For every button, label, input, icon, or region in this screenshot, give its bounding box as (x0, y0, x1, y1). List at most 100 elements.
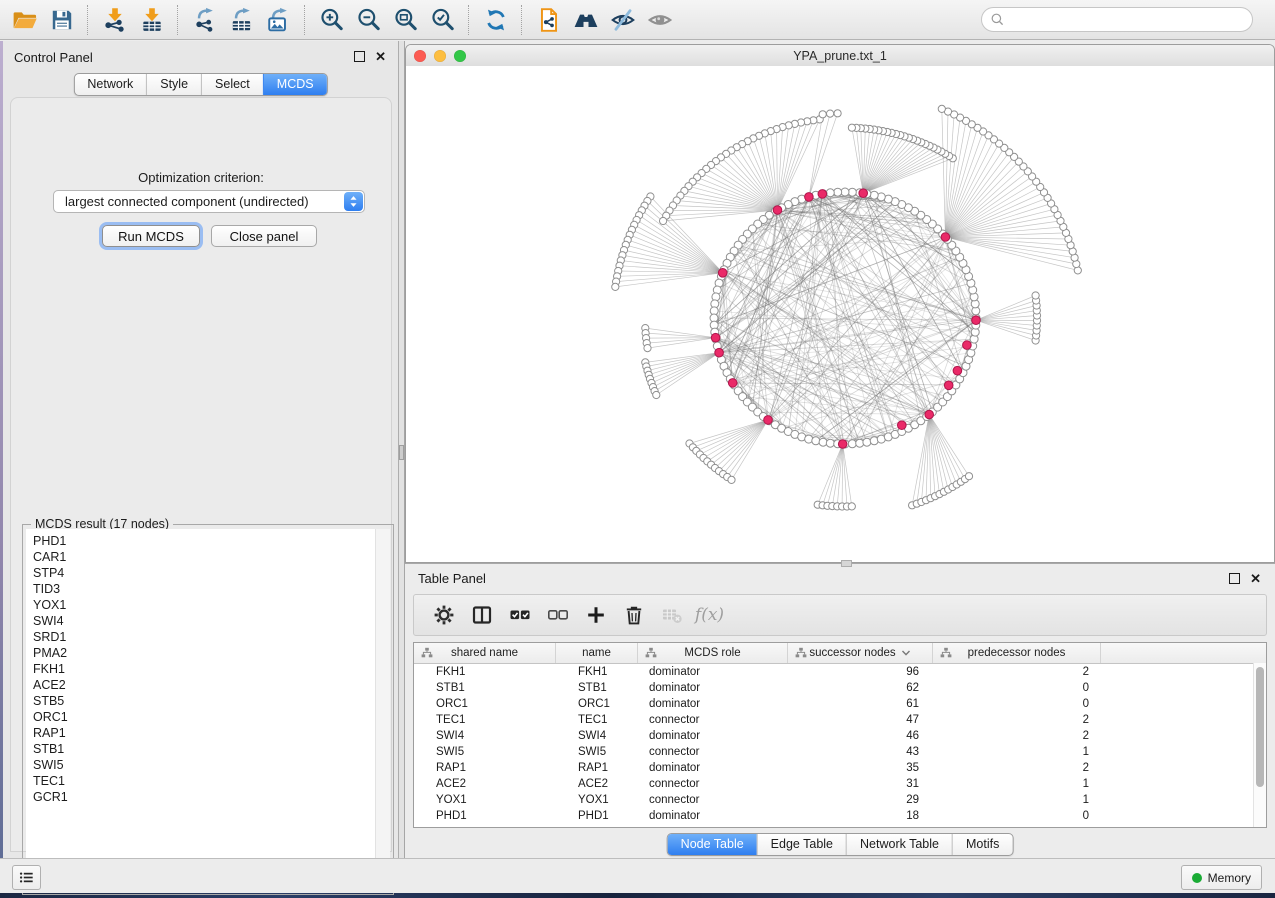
table-scrollbar[interactable] (1253, 663, 1266, 827)
optimization-select[interactable]: largest connected component (undirected) (53, 190, 365, 213)
float-table-panel-icon[interactable] (1229, 573, 1240, 584)
mcds-result-item[interactable]: FKH1 (33, 661, 375, 677)
export-image-button[interactable] (260, 3, 297, 37)
graph-node-selected[interactable] (944, 381, 953, 390)
graph-node-selected[interactable] (805, 193, 814, 202)
refresh-network-button[interactable] (477, 3, 514, 37)
table-panel-drag-handle[interactable] (841, 560, 852, 567)
table-row[interactable]: SWI5SWI5connector431 (414, 744, 1266, 760)
graph-node-selected[interactable] (972, 316, 981, 325)
zoom-fit-button[interactable] (387, 3, 424, 37)
splitter-handle[interactable] (399, 445, 404, 460)
add-entry-button[interactable] (579, 599, 612, 631)
close-panel-icon[interactable]: ✕ (375, 52, 386, 62)
graph-node[interactable] (826, 439, 834, 447)
graph-node-satellite[interactable] (848, 124, 855, 131)
column-header-mcds-role[interactable]: MCDS role (638, 643, 788, 663)
graph-node-satellite[interactable] (965, 473, 972, 480)
tab-network[interactable]: Network (74, 74, 146, 95)
graph-node[interactable] (848, 188, 856, 196)
mcds-result-item[interactable]: ACE2 (33, 677, 375, 693)
zoom-in-button[interactable] (313, 3, 350, 37)
task-history-button[interactable] (12, 865, 41, 890)
column-header-predecessor-nodes[interactable]: predecessor nodes (933, 643, 1101, 663)
graph-node[interactable] (834, 188, 842, 196)
network-canvas[interactable] (406, 66, 1274, 562)
graph-node-selected[interactable] (925, 410, 934, 419)
graph-node-selected[interactable] (859, 189, 868, 198)
table-row[interactable]: ORC1ORC1dominator610 (414, 696, 1266, 712)
mcds-result-item[interactable]: GCR1 (33, 789, 375, 805)
graph-node[interactable] (841, 188, 849, 196)
mcds-result-item[interactable]: YOX1 (33, 597, 375, 613)
export-network-button[interactable] (186, 3, 223, 37)
graph-node[interactable] (870, 191, 878, 199)
search-neighbors-button[interactable] (567, 3, 604, 37)
delete-entry-button[interactable] (617, 599, 650, 631)
deselect-all-button[interactable] (541, 599, 574, 631)
mcds-result-item[interactable]: SRD1 (33, 629, 375, 645)
import-network-button[interactable] (96, 3, 133, 37)
table-row[interactable]: TEC1TEC1connector472 (414, 712, 1266, 728)
zoom-out-button[interactable] (350, 3, 387, 37)
graph-node-selected[interactable] (715, 348, 724, 357)
tab-mcds[interactable]: MCDS (263, 74, 327, 95)
open-file-button[interactable] (6, 3, 43, 37)
mcds-result-item[interactable]: STB5 (33, 693, 375, 709)
float-window-icon[interactable] (354, 51, 365, 62)
graph-node-satellite[interactable] (834, 110, 841, 117)
table-settings-button[interactable] (427, 599, 460, 631)
graph-node-selected[interactable] (953, 366, 962, 375)
hide-selected-button[interactable] (604, 3, 641, 37)
mcds-result-item[interactable]: SWI4 (33, 613, 375, 629)
mcds-result-list[interactable]: PHD1CAR1STP4TID3YOX1SWI4SRD1PMA2FKH1ACE2… (26, 529, 376, 891)
graph-node-selected[interactable] (773, 206, 782, 215)
graph-node[interactable] (856, 439, 864, 447)
mcds-result-item[interactable]: STB1 (33, 741, 375, 757)
graph-node[interactable] (863, 438, 871, 446)
graph-node-satellite[interactable] (819, 111, 826, 118)
graph-node-selected[interactable] (764, 416, 773, 425)
graph-node-selected[interactable] (838, 440, 847, 449)
mcds-result-item[interactable]: CAR1 (33, 549, 375, 565)
mcds-result-scrollbar[interactable] (376, 529, 390, 891)
graph-node[interactable] (826, 189, 834, 197)
graph-node-selected[interactable] (728, 379, 737, 388)
import-table-button[interactable] (133, 3, 170, 37)
graph-node[interactable] (819, 438, 827, 446)
graph-node-satellite[interactable] (612, 283, 619, 290)
table-scrollbar-thumb[interactable] (1256, 667, 1264, 787)
graph-node-selected[interactable] (898, 421, 907, 430)
memory-button[interactable]: Memory (1181, 865, 1262, 890)
export-table-button[interactable] (223, 3, 260, 37)
close-table-panel-icon[interactable]: ✕ (1250, 574, 1261, 584)
tab-style[interactable]: Style (146, 74, 201, 95)
table-row[interactable]: SWI4SWI4dominator462 (414, 728, 1266, 744)
graph-node[interactable] (812, 437, 820, 445)
run-mcds-button[interactable]: Run MCDS (102, 225, 200, 247)
graph-node-satellite[interactable] (728, 476, 735, 483)
table-row[interactable]: YOX1YOX1connector291 (414, 792, 1266, 808)
column-header-successor-nodes[interactable]: successor nodes (788, 643, 933, 663)
graph-node-selected[interactable] (963, 341, 972, 350)
graph-node[interactable] (848, 440, 856, 448)
graph-node-satellite[interactable] (1032, 292, 1039, 299)
tab-edge-table[interactable]: Edge Table (757, 834, 846, 855)
graph-node-satellite[interactable] (848, 503, 855, 510)
column-header-name[interactable]: name (556, 643, 638, 663)
mcds-result-item[interactable]: PMA2 (33, 645, 375, 661)
mcds-result-item[interactable]: STP4 (33, 565, 375, 581)
search-field[interactable] (981, 7, 1253, 32)
table-row[interactable]: RAP1RAP1dominator352 (414, 760, 1266, 776)
table-row[interactable]: ACE2ACE2connector311 (414, 776, 1266, 792)
tab-network-table[interactable]: Network Table (846, 834, 952, 855)
tab-node-table[interactable]: Node Table (668, 834, 757, 855)
graph-node-selected[interactable] (718, 269, 727, 278)
mcds-result-item[interactable]: TID3 (33, 581, 375, 597)
select-all-button[interactable] (503, 599, 536, 631)
split-panel-button[interactable] (465, 599, 498, 631)
close-panel-button[interactable]: Close panel (211, 225, 317, 247)
zoom-selected-button[interactable] (424, 3, 461, 37)
graph-node-satellite[interactable] (644, 345, 651, 352)
mcds-result-item[interactable]: TEC1 (33, 773, 375, 789)
